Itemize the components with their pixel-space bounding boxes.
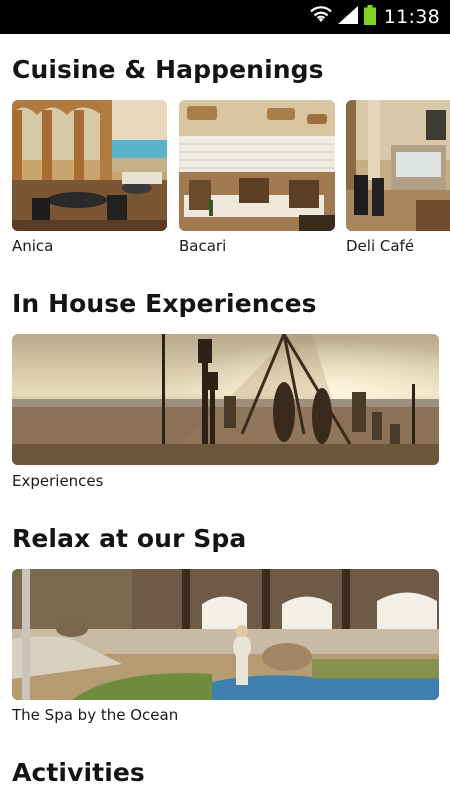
anica-image [12,100,167,231]
wifi-icon [309,6,332,28]
bacari-image [179,100,335,231]
signal-icon [337,6,358,28]
cuisine-label-bacari: Bacari [179,237,227,255]
status-time: 11:38 [383,6,440,28]
section-title-spa: Relax at our Spa [12,524,247,553]
spa-tile[interactable] [12,569,439,700]
section-title-cuisine: Cuisine & Happenings [12,55,324,84]
section-title-activities: Activities [12,758,145,787]
experiences-tile[interactable] [12,334,439,465]
cuisine-tile-anica[interactable] [12,100,167,231]
status-bar: 11:38 [0,0,450,34]
spa-image [12,569,439,700]
cuisine-label-anica: Anica [12,237,54,255]
section-title-experiences: In House Experiences [12,289,317,318]
spa-label: The Spa by the Ocean [12,706,179,724]
experiences-image [12,334,439,465]
battery-icon [363,5,376,29]
cuisine-tile-deli-cafe[interactable] [346,100,450,231]
cuisine-tile-bacari[interactable] [179,100,335,231]
experiences-label: Experiences [12,472,104,490]
deli-cafe-image [346,100,450,231]
cuisine-label-deli-cafe: Deli Café [346,237,415,255]
